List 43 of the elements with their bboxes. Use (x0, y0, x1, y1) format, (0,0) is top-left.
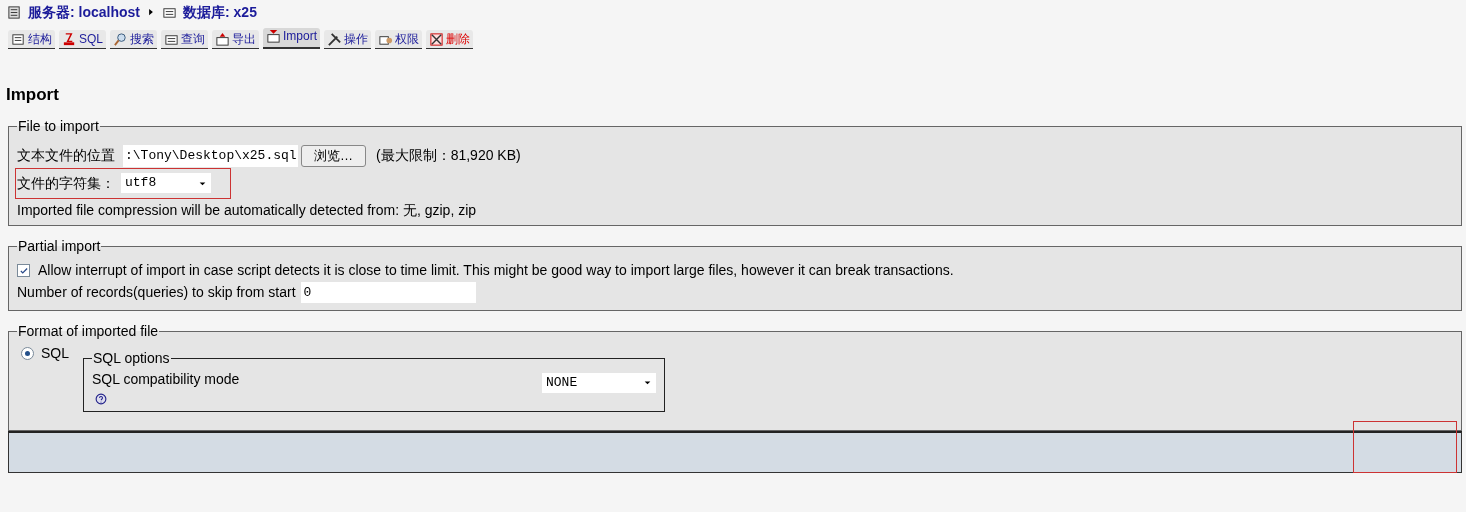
structure-icon (11, 31, 26, 47)
tools-icon (327, 31, 343, 47)
tab[interactable]: 结构 (8, 30, 55, 49)
radio-label: SQL (41, 344, 69, 363)
field-label: SQL compatibility mode (92, 369, 240, 389)
browse-button[interactable]: 浏览… (301, 144, 366, 167)
field-label: 文件的字符集： (17, 173, 115, 193)
tab[interactable]: 删除 (426, 30, 474, 49)
search-icon (113, 31, 128, 47)
tab[interactable]: 搜索 (110, 30, 157, 49)
section-legend: Partial import (17, 235, 102, 257)
field-label: Number of records(queries) to skip from start (17, 283, 296, 302)
tab[interactable]: 导出 (212, 30, 259, 49)
section-legend: File to import (17, 115, 100, 137)
field-label: 文本文件的位置 (17, 146, 115, 165)
check-icon (18, 265, 29, 276)
section-legend: Format of imported file (17, 320, 160, 342)
section-legend: SQL options (92, 347, 171, 369)
tab[interactable]: Import (263, 28, 321, 49)
radio-button[interactable] (21, 347, 34, 360)
breadcrumb-link[interactable]: 服务器: localhost (28, 1, 140, 23)
import-icon (266, 28, 281, 44)
tab[interactable]: SQL (59, 30, 106, 49)
tab[interactable]: 操作 (324, 30, 372, 49)
size-limit-text: (最大限制：81,920 KB) (376, 146, 521, 165)
help-icon (95, 392, 107, 405)
tab[interactable]: 查询 (161, 30, 208, 49)
compatibility-dropdown[interactable]: NONE (542, 372, 656, 393)
charset-dropdown[interactable]: utf8 (121, 173, 211, 193)
checkbox-label: Allow interrupt of import in case script detects it is close to time limit. This might be good way to import large files, however it can break transactions. (38, 261, 954, 280)
tab[interactable]: 权限 (375, 30, 423, 49)
checkbox[interactable] (17, 264, 30, 277)
breadcrumb-link[interactable]: 数据库: x25 (183, 1, 257, 23)
export-icon (215, 31, 230, 47)
file-path-field[interactable]: :\Tony\Desktop\x25.sql (123, 144, 298, 167)
compression-note: Imported file compression will be automatically detected from: 无, gzip, zip (17, 200, 478, 220)
page-heading: Import (6, 84, 60, 106)
server-icon (7, 4, 22, 20)
caret-icon (643, 378, 652, 387)
skip-count-field[interactable]: 0 (300, 282, 476, 303)
dropdown-value: utf8 (125, 174, 157, 193)
delete-icon (429, 31, 445, 47)
dropdown-value: NONE (546, 373, 578, 392)
